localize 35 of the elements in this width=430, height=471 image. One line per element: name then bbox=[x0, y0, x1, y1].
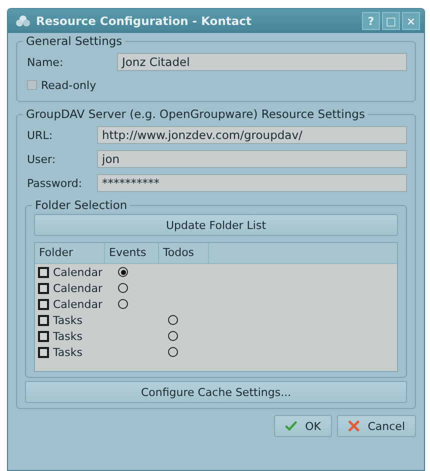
update-folder-list-button[interactable]: Update Folder List bbox=[34, 214, 398, 236]
read-only-checkbox[interactable]: Read-only bbox=[25, 74, 96, 96]
configure-cache-button[interactable]: Configure Cache Settings... bbox=[25, 381, 407, 403]
input-field[interactable]: ********** bbox=[97, 174, 407, 192]
radio-button[interactable] bbox=[168, 315, 178, 325]
field-label: User: bbox=[26, 152, 57, 166]
folder-checkbox[interactable]: Calendar bbox=[38, 282, 118, 294]
folder-checkbox[interactable]: Calendar bbox=[38, 298, 118, 310]
column-header[interactable]: Folder bbox=[35, 243, 105, 263]
field-label: URL: bbox=[26, 128, 54, 142]
name-label: Name: bbox=[26, 56, 64, 68]
column-header[interactable]: Todos bbox=[159, 243, 209, 263]
radio-button[interactable] bbox=[118, 299, 128, 309]
cancel-button[interactable]: Cancel bbox=[337, 415, 416, 437]
group-title: GroupDAV Server (e.g. OpenGroupware) Resource Settings bbox=[23, 107, 368, 121]
app-icon bbox=[16, 15, 30, 27]
name-field[interactable]: Jonz Citadel bbox=[117, 53, 407, 71]
group-title: General Settings bbox=[23, 34, 126, 48]
group-title: Folder Selection bbox=[32, 198, 130, 212]
checkmark-icon bbox=[285, 420, 298, 432]
column-header[interactable]: Events bbox=[105, 243, 159, 263]
input-field[interactable]: jon bbox=[97, 150, 407, 168]
field-label: Password: bbox=[26, 176, 84, 190]
folder-checkbox[interactable]: Tasks bbox=[38, 330, 118, 342]
folder-checkbox[interactable]: Tasks bbox=[38, 346, 118, 358]
radio-button[interactable] bbox=[168, 331, 178, 341]
ok-button[interactable]: OK bbox=[274, 415, 332, 437]
window-title: Resource Configuration - Kontact bbox=[36, 14, 252, 28]
folder-checkbox[interactable]: Tasks bbox=[38, 314, 118, 326]
x-icon bbox=[348, 420, 360, 432]
radio-button[interactable] bbox=[168, 347, 178, 357]
radio-button[interactable] bbox=[118, 267, 128, 277]
radio-button[interactable] bbox=[118, 283, 128, 293]
folder-checkbox[interactable]: Calendar bbox=[38, 266, 118, 278]
input-field[interactable]: http://www.jonzdev.com/groupdav/ bbox=[97, 126, 407, 144]
